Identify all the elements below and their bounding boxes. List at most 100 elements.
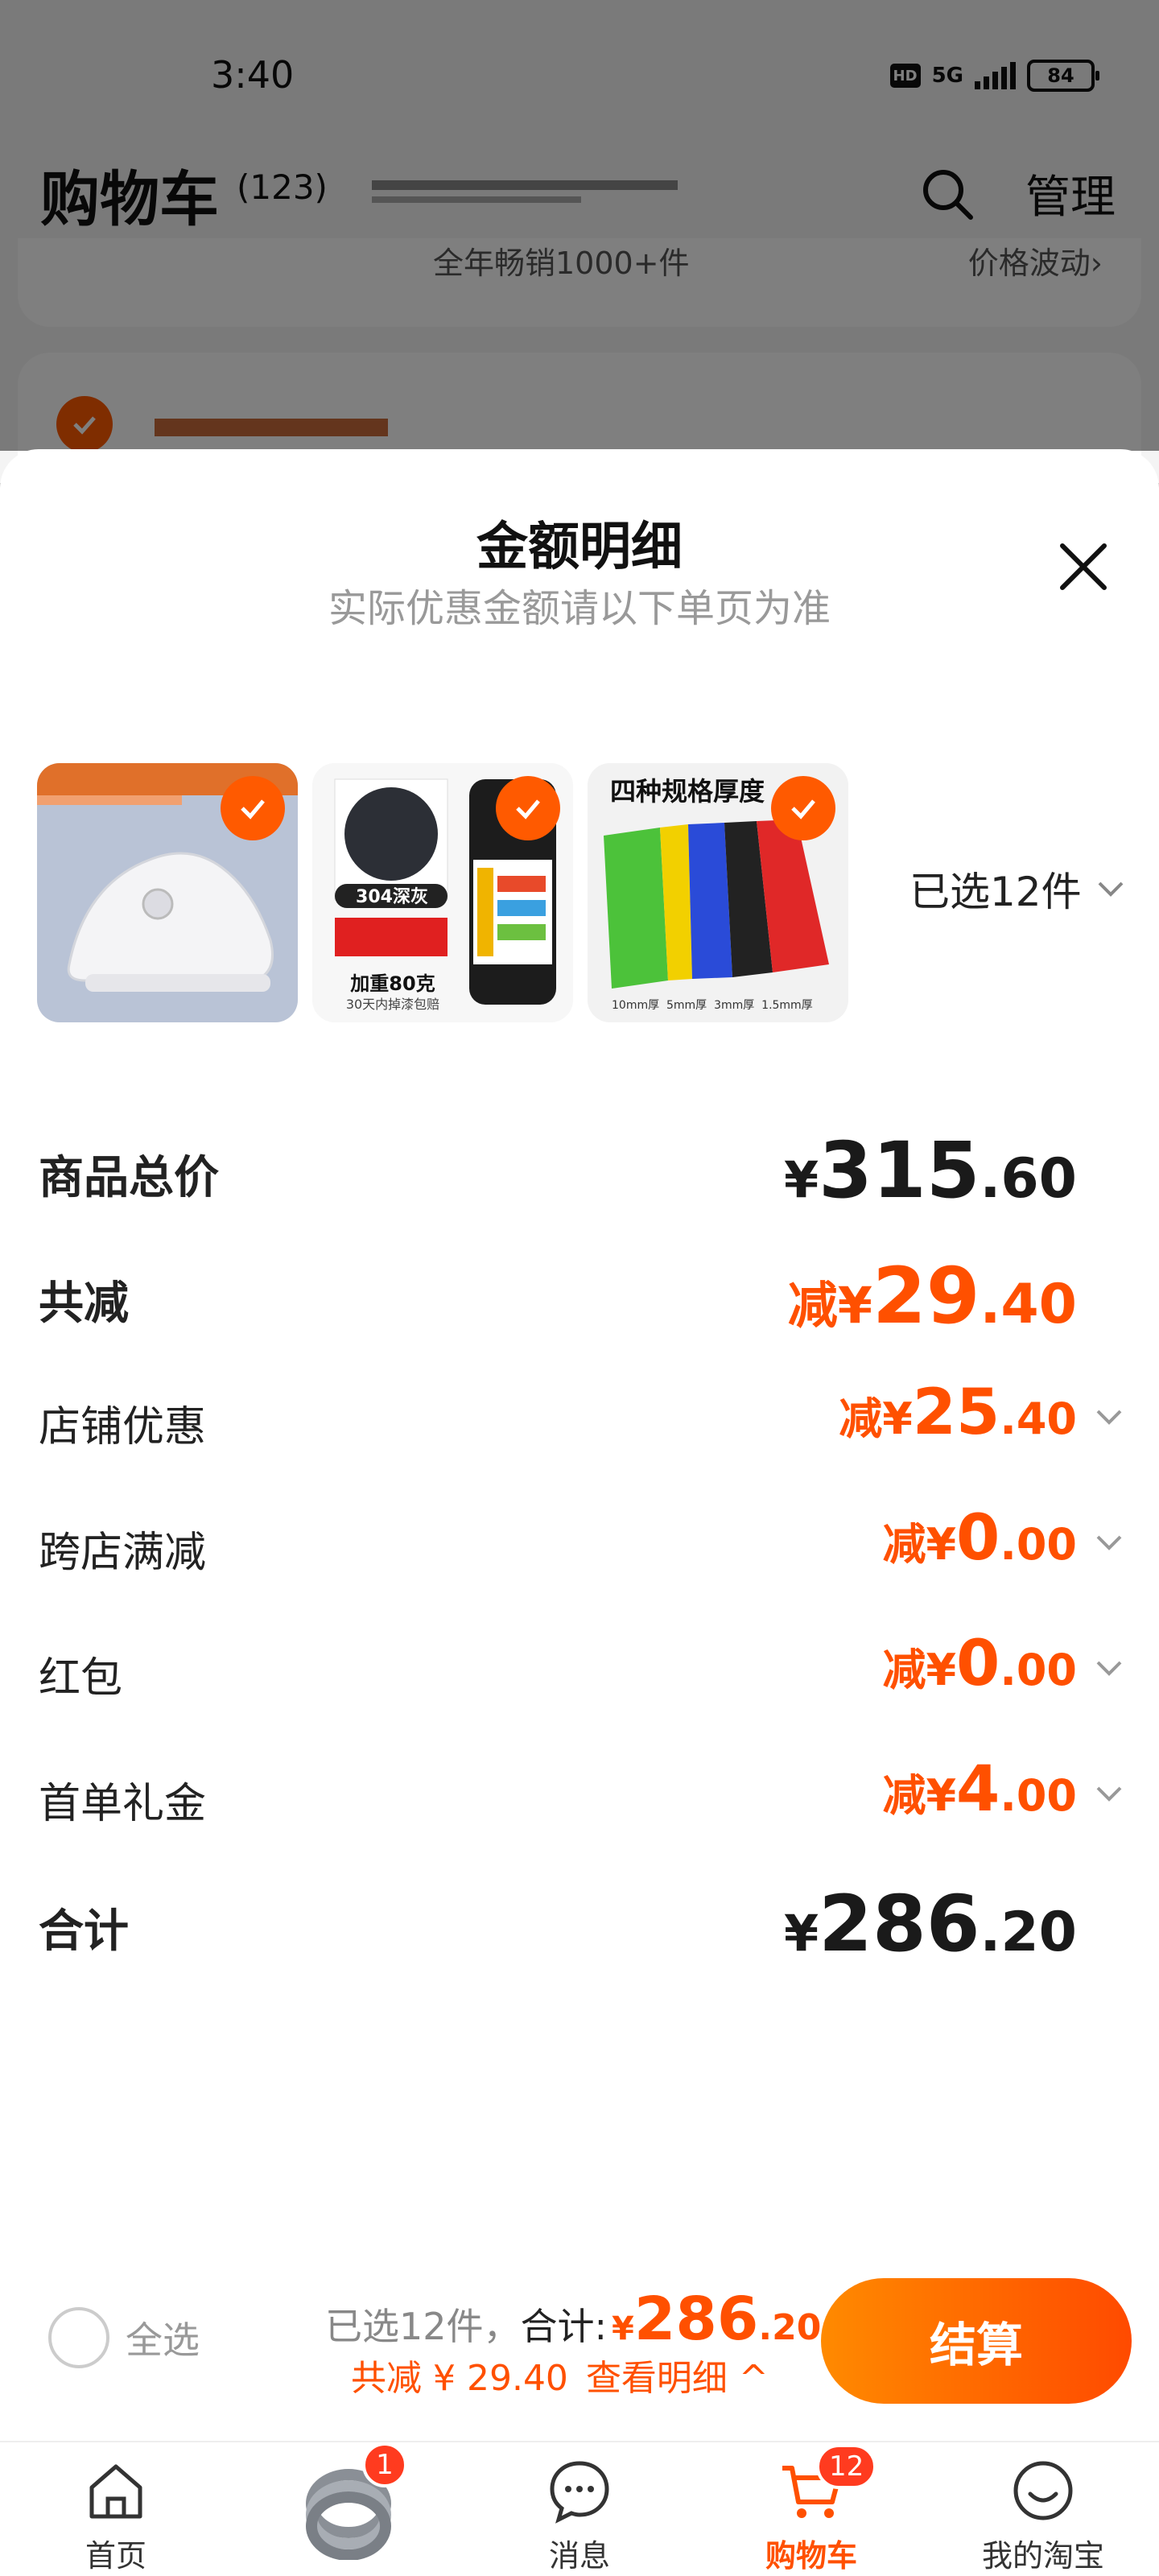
total-decimal: .20 xyxy=(758,2307,822,2348)
select-all-toggle[interactable]: 全选 xyxy=(48,2307,200,2368)
sheet-subtitle: 实际优惠金额请以下单页为准 xyxy=(328,586,831,631)
message-icon xyxy=(550,2461,609,2524)
amount-decimal: .20 xyxy=(980,1901,1077,1964)
select-all-label: 全选 xyxy=(126,2318,200,2362)
row-first-order-gift[interactable]: 首单礼金 减 ¥ 4 .00 xyxy=(39,1753,1125,1842)
amount-decimal: .60 xyxy=(980,1147,1077,1211)
overlay-mask[interactable] xyxy=(0,0,1159,451)
row-label: 跨店满减 xyxy=(39,1529,207,1577)
amount-integer: 4 xyxy=(956,1753,1000,1826)
close-icon[interactable] xyxy=(1054,538,1112,596)
check-icon xyxy=(516,799,540,819)
chevron-down-icon xyxy=(1096,1661,1122,1676)
amount-integer: 0 xyxy=(956,1502,1000,1575)
select-all-radio[interactable] xyxy=(48,2307,109,2368)
checkout-summary: 已选12件， 合计: ¥ 286 .20 xyxy=(325,2285,821,2354)
tab-label: 我的淘宝 xyxy=(981,2538,1104,2574)
thumb-check xyxy=(221,776,285,840)
amount-integer: 0 xyxy=(956,1628,1000,1700)
product-thumb-spray-paint[interactable]: 304深灰 加重80克 30天内掉漆包赔 xyxy=(312,763,573,1022)
view-detail-label: 查看明细 ^ xyxy=(585,2358,769,2399)
discount-prefix: 减 xyxy=(882,1770,926,1821)
chevron-down-icon xyxy=(1098,881,1124,897)
tab-recommend[interactable]: 1 xyxy=(232,2442,464,2576)
currency-symbol: ¥ xyxy=(784,1904,819,1963)
row-store-discount[interactable]: 店铺优惠 减 ¥ 25 .40 xyxy=(39,1377,1125,1465)
amount-integer: 25 xyxy=(912,1377,1000,1449)
row-label: 店铺优惠 xyxy=(39,1403,207,1451)
chevron-down-icon xyxy=(1096,1535,1122,1550)
thumb-caption-weight: 加重80克 xyxy=(350,972,435,995)
selected-count-text: 已选12件， xyxy=(325,2305,521,2348)
tab-label: 消息 xyxy=(548,2538,610,2574)
amount-integer: 286 xyxy=(819,1879,980,1969)
selected-count-label: 已选12件 xyxy=(909,869,1082,915)
row-total-discount: 共减 减 ¥ 29 .40 xyxy=(39,1251,1125,1341)
row-subtotal: 商品总价 ¥ 315 .60 xyxy=(39,1125,1125,1216)
currency-symbol: ¥ xyxy=(882,1393,913,1444)
row-value: 减 ¥ 4 .00 xyxy=(882,1753,1077,1826)
amount-integer: 29 xyxy=(872,1251,980,1341)
row-label: 红包 xyxy=(39,1654,123,1703)
tab-my-taobao[interactable]: 我的淘宝 xyxy=(927,2442,1159,2576)
tab-cart[interactable]: 12 购物车 xyxy=(695,2442,927,2576)
product-thumb-colored-sheets[interactable]: 四种规格厚度 10mm厚 5mm厚 3mm厚 1.5mm厚 xyxy=(588,763,848,1022)
thumb-caption-guarantee: 30天内掉漆包赔 xyxy=(345,997,440,1012)
amount-integer: 315 xyxy=(819,1125,980,1216)
amount-decimal: .00 xyxy=(1000,1645,1077,1695)
discount-summary: 共减 ¥ 29.40 xyxy=(351,2358,568,2399)
notification-badge: 1 xyxy=(362,2442,407,2487)
profile-icon xyxy=(1013,2461,1073,2520)
row-label: 首单礼金 xyxy=(39,1780,207,1828)
currency-symbol: ¥ xyxy=(837,1276,872,1335)
discount-prefix: 减 xyxy=(882,1519,926,1570)
thumb-check xyxy=(771,776,835,840)
row-label: 商品总价 xyxy=(39,1152,219,1204)
amount-decimal: .40 xyxy=(1000,1393,1077,1444)
amount-decimal: .40 xyxy=(980,1273,1077,1336)
discount-prefix: 减 xyxy=(787,1276,838,1335)
checkout-bar: 全选 已选12件， 合计: ¥ 286 .20 共减 ¥ 29.40 查看明细 … xyxy=(0,2254,1159,2441)
row-label: 合计 xyxy=(39,1905,129,1958)
selected-count-toggle[interactable]: 已选12件 xyxy=(909,860,1127,918)
row-value: 减 ¥ 0 .00 xyxy=(882,1628,1077,1700)
view-detail-link[interactable]: 共减 ¥ 29.40 查看明细 ^ xyxy=(351,2349,769,2401)
thumb-caption-sizes: 10mm厚 5mm厚 3mm厚 1.5mm厚 xyxy=(612,999,813,1012)
home-icon xyxy=(89,2464,142,2519)
currency-symbol: ¥ xyxy=(926,1645,957,1695)
checkout-button[interactable]: 结算 xyxy=(821,2278,1132,2404)
check-icon xyxy=(791,799,815,819)
tab-label: 首页 xyxy=(85,2538,146,2574)
currency-symbol: ¥ xyxy=(926,1519,957,1570)
discount-prefix: 减 xyxy=(882,1645,926,1695)
row-value: ¥ 315 .60 xyxy=(784,1125,1077,1216)
tab-label: 购物车 xyxy=(765,2538,857,2574)
discount-prefix: 减 xyxy=(839,1393,883,1444)
amount-decimal: .00 xyxy=(1000,1770,1077,1821)
currency-symbol: ¥ xyxy=(784,1150,819,1209)
total-integer: 286 xyxy=(633,2285,759,2354)
chevron-down-icon xyxy=(1096,1410,1122,1425)
row-value: 减 ¥ 0 .00 xyxy=(882,1502,1077,1575)
row-value: 减 ¥ 29 .40 xyxy=(788,1251,1077,1341)
cart-count-badge: 12 xyxy=(816,2444,877,2489)
total-symbol: ¥ xyxy=(612,2310,634,2347)
bottom-tab-bar: 首页 1 消息 12 购物车 我的淘宝 xyxy=(0,2441,1159,2576)
amount-decimal: .00 xyxy=(1000,1519,1077,1570)
thumb-check xyxy=(496,776,560,840)
row-red-packet[interactable]: 红包 减 ¥ 0 .00 xyxy=(39,1628,1125,1716)
row-label: 共减 xyxy=(39,1278,129,1330)
sheet-title: 金额明细 xyxy=(476,518,683,577)
tab-home[interactable]: 首页 xyxy=(0,2442,232,2576)
row-value: ¥ 286 .20 xyxy=(784,1879,1077,1969)
product-thumb-sneaker[interactable] xyxy=(37,763,298,1022)
selected-products: 304深灰 加重80克 30天内掉漆包赔 四种规格厚度 10mm厚 5mm厚 3… xyxy=(37,763,848,1022)
chevron-down-icon xyxy=(1096,1786,1122,1802)
check-icon xyxy=(241,799,265,819)
currency-symbol: ¥ xyxy=(926,1770,957,1821)
row-value: 减 ¥ 25 .40 xyxy=(839,1377,1077,1449)
tab-messages[interactable]: 消息 xyxy=(464,2442,695,2576)
thumb-caption-color: 304深灰 xyxy=(356,887,428,907)
row-grand-total: 合计 ¥ 286 .20 xyxy=(39,1879,1125,1969)
row-cross-store-discount[interactable]: 跨店满减 减 ¥ 0 .00 xyxy=(39,1502,1125,1591)
